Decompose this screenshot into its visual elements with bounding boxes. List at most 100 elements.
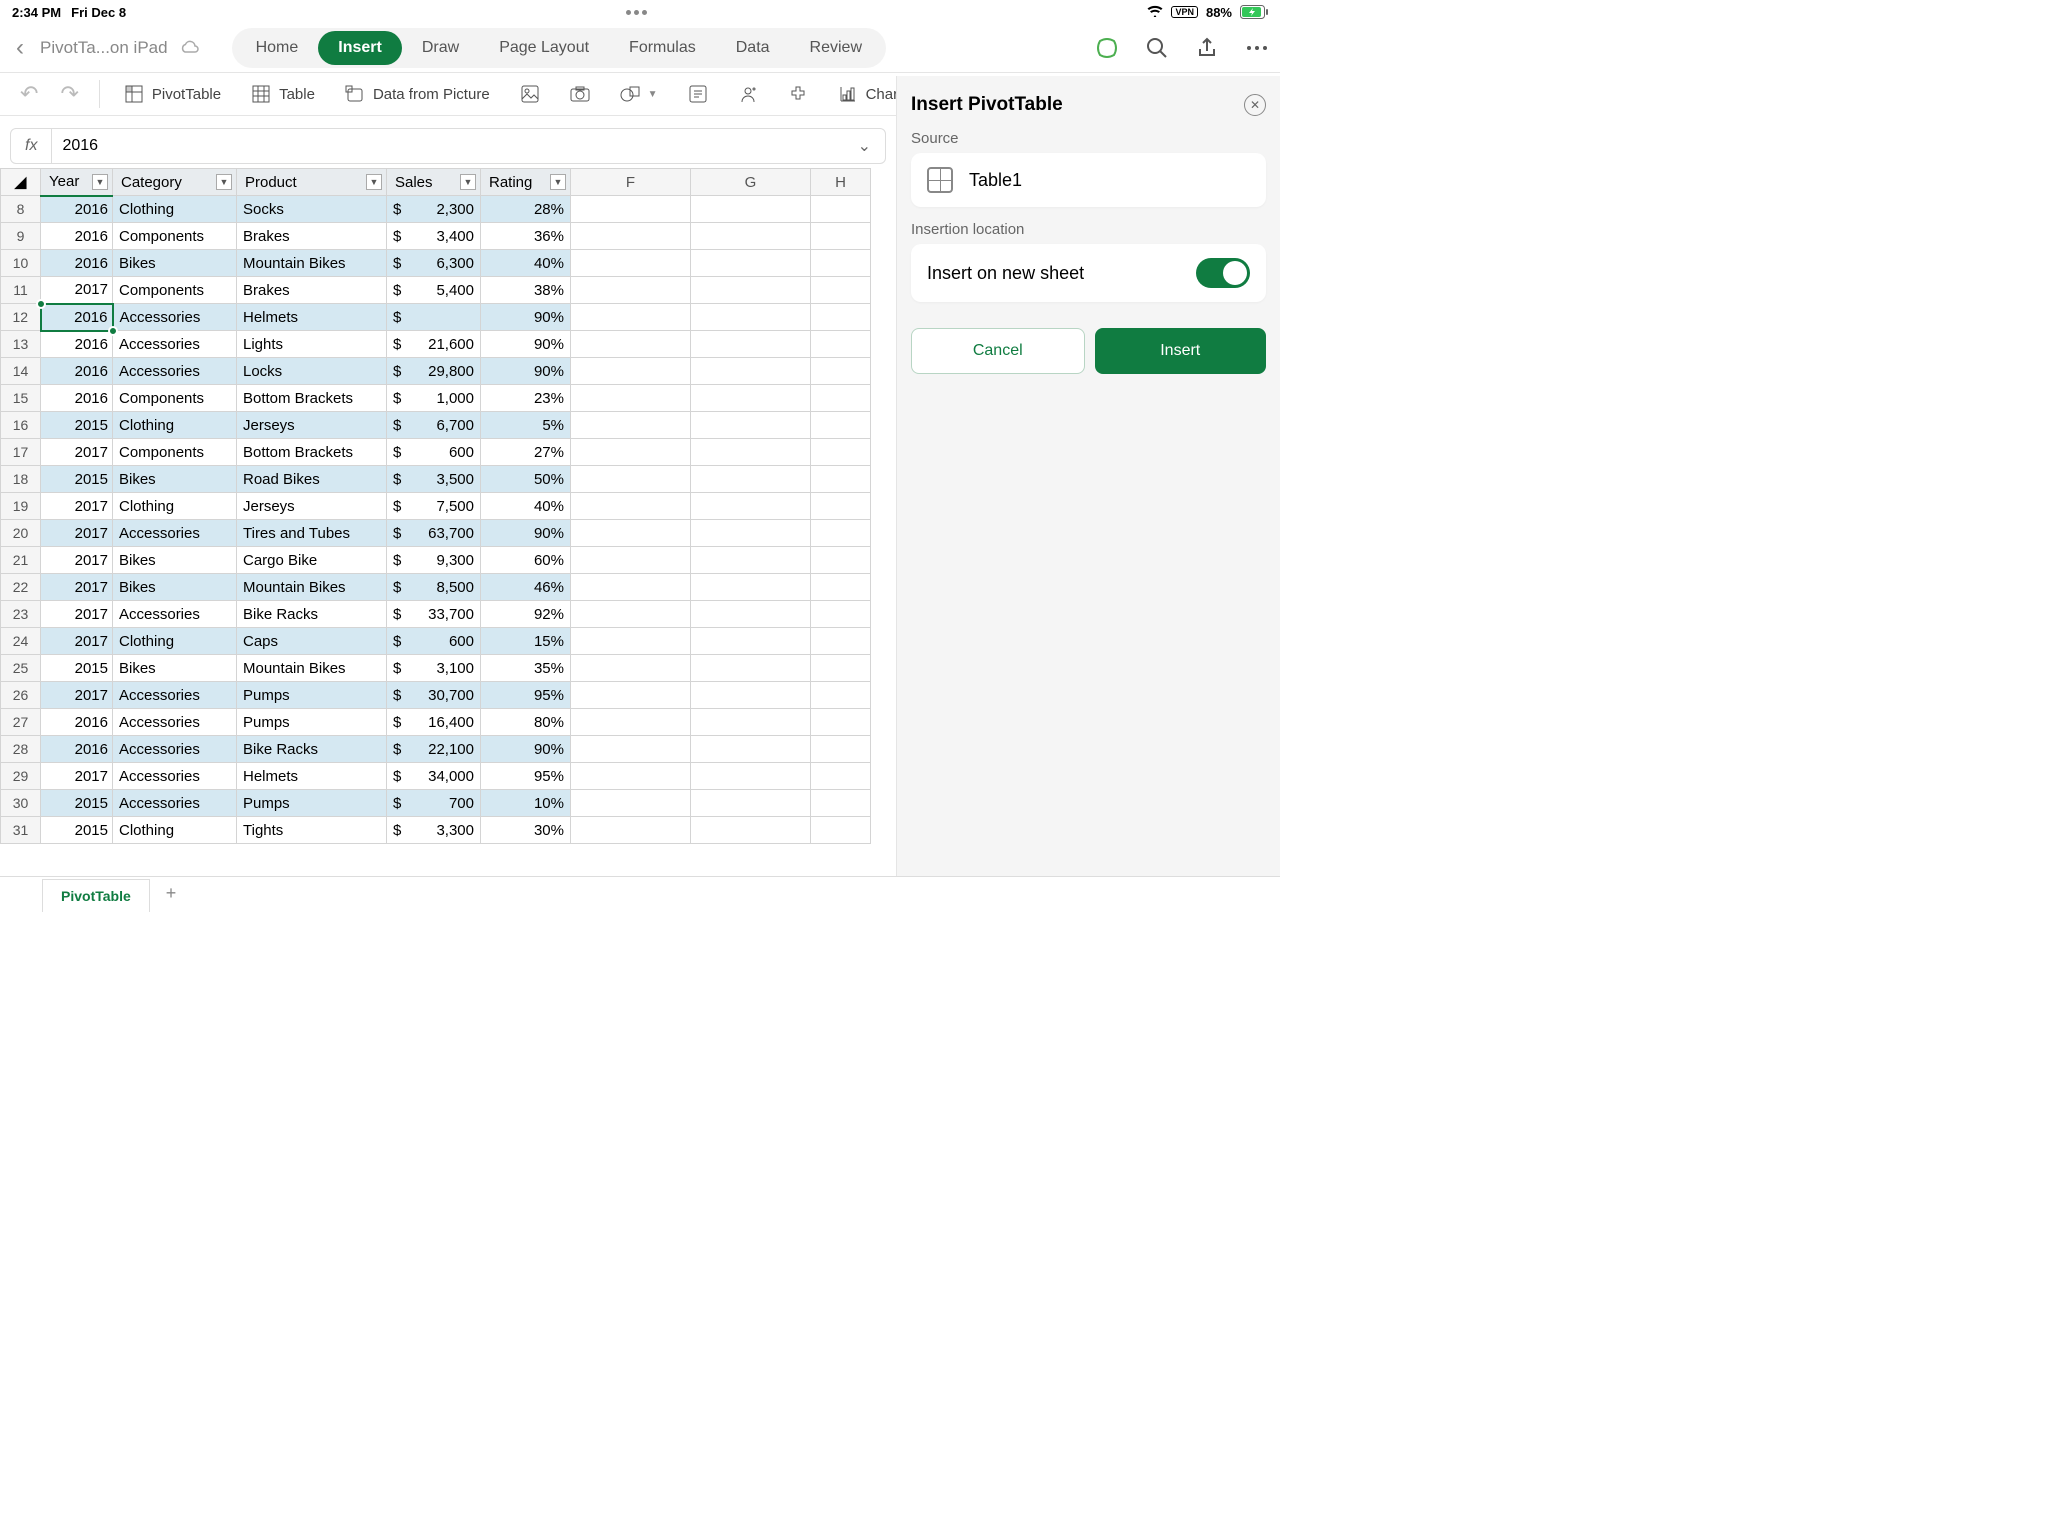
tab-draw[interactable]: Draw [402, 31, 479, 65]
tab-review[interactable]: Review [790, 31, 882, 65]
cell-sales[interactable]: $29,800 [387, 358, 481, 385]
cell-empty[interactable] [691, 331, 811, 358]
cell-year[interactable]: 2015 [41, 466, 113, 493]
cell-product[interactable]: Bike Racks [237, 736, 387, 763]
cell-empty[interactable] [811, 385, 871, 412]
cell-category[interactable]: Accessories [113, 709, 237, 736]
row-header[interactable]: 19 [1, 493, 41, 520]
cell-year[interactable]: 2016 [41, 358, 113, 385]
cell-category[interactable]: Accessories [113, 331, 237, 358]
cell-empty[interactable] [811, 790, 871, 817]
cell-empty[interactable] [691, 736, 811, 763]
row-header[interactable]: 20 [1, 520, 41, 547]
cell-year[interactable]: 2017 [41, 547, 113, 574]
cell-product[interactable]: Mountain Bikes [237, 250, 387, 277]
cell-rating[interactable]: 10% [481, 790, 571, 817]
source-selector[interactable]: Table1 [911, 153, 1266, 207]
cell-empty[interactable] [571, 790, 691, 817]
formula-value[interactable]: 2016 [52, 137, 843, 155]
cell-category[interactable]: Bikes [113, 547, 237, 574]
cell-year[interactable]: 2016 [41, 196, 113, 223]
column-header-h[interactable]: H [811, 169, 871, 196]
cell-empty[interactable] [691, 790, 811, 817]
cell-rating[interactable]: 90% [481, 331, 571, 358]
cell-product[interactable]: Mountain Bikes [237, 655, 387, 682]
cell-empty[interactable] [811, 574, 871, 601]
cell-rating[interactable]: 23% [481, 385, 571, 412]
cell-empty[interactable] [811, 304, 871, 331]
column-header-f[interactable]: F [571, 169, 691, 196]
cell-empty[interactable] [811, 655, 871, 682]
cell-year[interactable]: 2017 [41, 628, 113, 655]
cell-sales[interactable]: $21,600 [387, 331, 481, 358]
pivottable-button[interactable]: PivotTable [112, 80, 233, 108]
row-header[interactable]: 28 [1, 736, 41, 763]
cancel-button[interactable]: Cancel [911, 328, 1085, 374]
cell-sales[interactable]: $2,300 [387, 196, 481, 223]
cell-year[interactable]: 2016 [41, 709, 113, 736]
table-row[interactable]: 292017AccessoriesHelmets$34,00095% [1, 763, 871, 790]
addins-button[interactable] [776, 80, 820, 108]
cell-category[interactable]: Accessories [113, 304, 237, 331]
cell-empty[interactable] [811, 493, 871, 520]
cell-category[interactable]: Clothing [113, 412, 237, 439]
cell-product[interactable]: Caps [237, 628, 387, 655]
insert-button[interactable]: Insert [1095, 328, 1267, 374]
row-header[interactable]: 23 [1, 601, 41, 628]
cell-empty[interactable] [691, 628, 811, 655]
cell-category[interactable]: Bikes [113, 574, 237, 601]
cell-year[interactable]: 2017 [41, 574, 113, 601]
redo-icon[interactable]: ↷ [52, 81, 86, 107]
cell-category[interactable]: Clothing [113, 196, 237, 223]
cell-empty[interactable] [691, 493, 811, 520]
expand-formula-icon[interactable]: ⌄ [844, 136, 885, 156]
cell-sales[interactable]: $6,700 [387, 412, 481, 439]
cell-rating[interactable]: 90% [481, 736, 571, 763]
cell-empty[interactable] [571, 250, 691, 277]
cell-category[interactable]: Bikes [113, 250, 237, 277]
cell-year[interactable]: 2016 [41, 223, 113, 250]
cell-empty[interactable] [811, 709, 871, 736]
select-all-corner[interactable]: ◢ [1, 169, 41, 196]
cell-empty[interactable] [571, 385, 691, 412]
cell-sales[interactable]: $5,400 [387, 277, 481, 304]
table-row[interactable]: 262017AccessoriesPumps$30,70095% [1, 682, 871, 709]
cell-empty[interactable] [691, 709, 811, 736]
table-row[interactable]: 202017AccessoriesTires and Tubes$63,7009… [1, 520, 871, 547]
row-header[interactable]: 16 [1, 412, 41, 439]
cell-year[interactable]: 2017 [41, 520, 113, 547]
cell-rating[interactable]: 28% [481, 196, 571, 223]
row-header[interactable]: 13 [1, 331, 41, 358]
add-sheet-button[interactable]: + [150, 875, 193, 912]
cell-empty[interactable] [571, 520, 691, 547]
table-row[interactable]: 302015AccessoriesPumps$70010% [1, 790, 871, 817]
cell-rating[interactable]: 92% [481, 601, 571, 628]
insert-location-toggle[interactable]: Insert on new sheet [911, 244, 1266, 302]
cell-sales[interactable]: $3,500 [387, 466, 481, 493]
cell-empty[interactable] [571, 304, 691, 331]
table-row[interactable]: 212017BikesCargo Bike$9,30060% [1, 547, 871, 574]
cell-sales[interactable]: $16,400 [387, 709, 481, 736]
cell-empty[interactable] [571, 223, 691, 250]
row-header[interactable]: 25 [1, 655, 41, 682]
tab-home[interactable]: Home [236, 31, 319, 65]
row-header[interactable]: 31 [1, 817, 41, 844]
cell-sales[interactable]: $3,400 [387, 223, 481, 250]
row-header[interactable]: 15 [1, 385, 41, 412]
cell-empty[interactable] [811, 736, 871, 763]
cell-category[interactable]: Clothing [113, 628, 237, 655]
tab-insert[interactable]: Insert [318, 31, 402, 65]
cell-sales[interactable]: $30,700 [387, 682, 481, 709]
cell-category[interactable]: Clothing [113, 817, 237, 844]
cell-product[interactable]: Helmets [237, 304, 387, 331]
cell-empty[interactable] [571, 466, 691, 493]
close-icon[interactable]: ✕ [1244, 94, 1266, 116]
table-row[interactable]: 192017ClothingJerseys$7,50040% [1, 493, 871, 520]
table-row[interactable]: 282016AccessoriesBike Racks$22,10090% [1, 736, 871, 763]
column-header-product[interactable]: Product▼ [237, 169, 387, 196]
cell-empty[interactable] [571, 439, 691, 466]
cell-empty[interactable] [811, 331, 871, 358]
cell-year[interactable]: 2016 [41, 304, 113, 331]
cell-category[interactable]: Accessories [113, 682, 237, 709]
cell-product[interactable]: Jerseys [237, 493, 387, 520]
